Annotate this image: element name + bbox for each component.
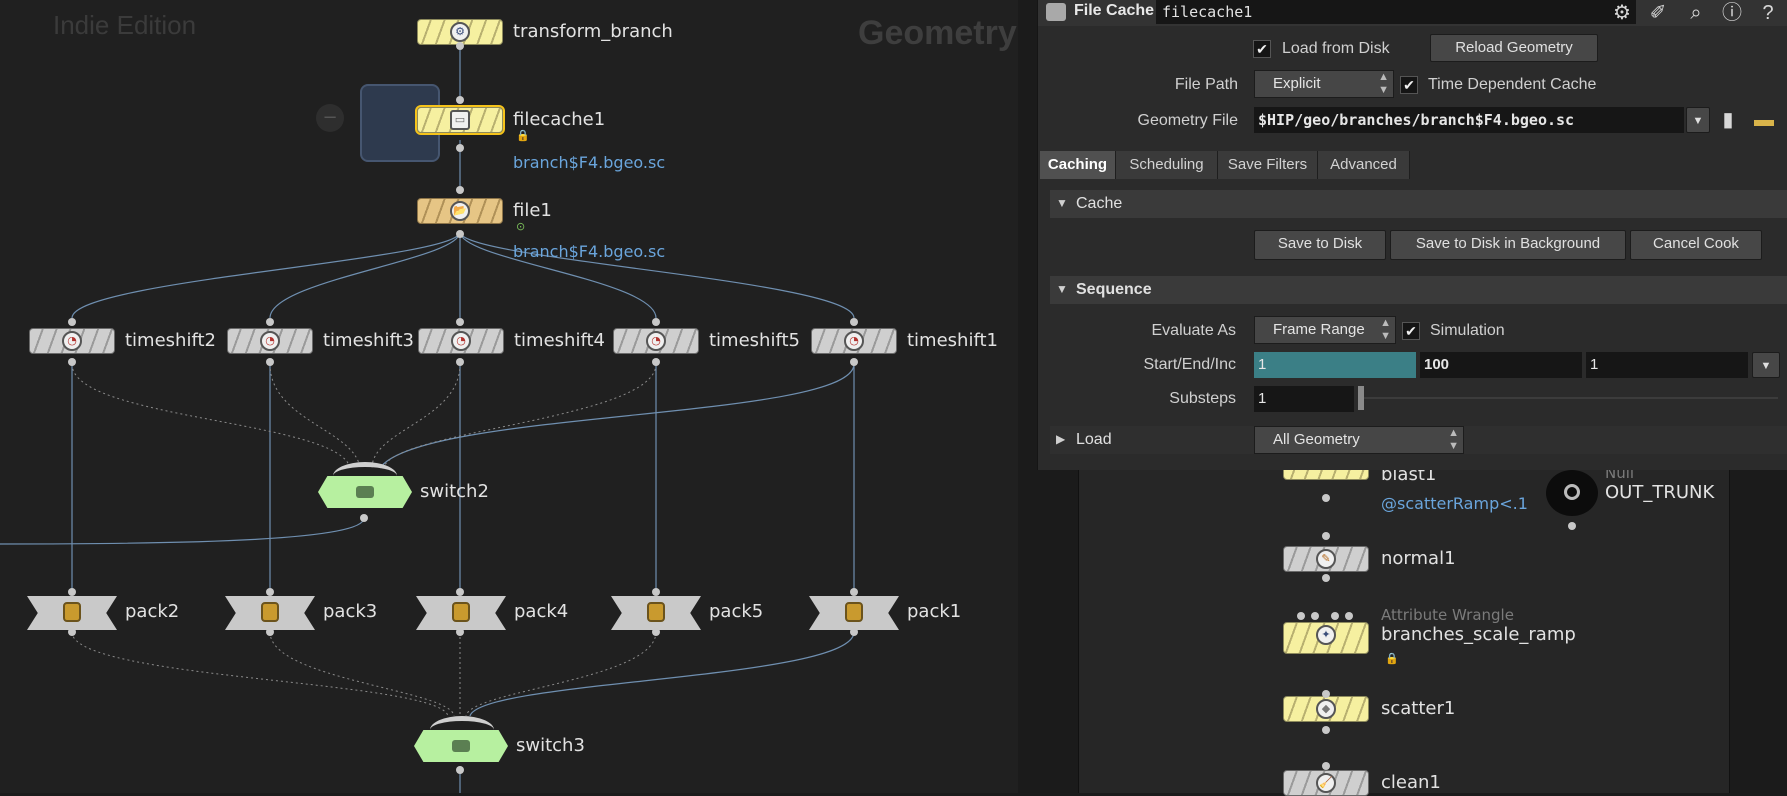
node-label: timeshift2: [125, 330, 216, 351]
file-chooser-icon[interactable]: ▮: [1716, 108, 1740, 132]
start-frame-field[interactable]: 1: [1254, 352, 1416, 378]
file-path-value: Explicit: [1273, 75, 1321, 92]
folder-icon[interactable]: ▬: [1752, 108, 1776, 132]
save-to-disk-background-button[interactable]: Save to Disk in Background: [1390, 230, 1626, 260]
null-node-icon[interactable]: [1546, 470, 1598, 516]
cache-section-title: Cache: [1076, 195, 1123, 212]
node-label: file1: [513, 200, 552, 221]
node-type: Attribute Wrangle: [1381, 606, 1514, 624]
node-label: timeshift3: [323, 330, 414, 351]
wires: [0, 48, 855, 793]
file-path-label: File Path: [1174, 76, 1238, 93]
geometry-file-label: Geometry File: [1137, 112, 1238, 129]
node-label: timeshift5: [709, 330, 800, 351]
geometry-file-field[interactable]: $HIP/geo/branches/branch$F4.bgeo.sc: [1254, 107, 1684, 133]
node-type-label: File Cache: [1074, 2, 1155, 19]
collapse-triangle-icon: ▶: [1056, 432, 1066, 446]
info-icon[interactable]: ⓘ: [1720, 1, 1744, 25]
substeps-field[interactable]: 1: [1254, 386, 1354, 412]
dropdown-arrow-icon[interactable]: ▼: [1752, 352, 1780, 378]
node-label: timeshift1: [907, 330, 998, 351]
node-pack5[interactable]: [611, 596, 701, 630]
tab-save-filters[interactable]: Save Filters: [1218, 151, 1318, 179]
cancel-cook-button[interactable]: Cancel Cook: [1630, 230, 1762, 260]
bypass-icon[interactable]: −: [316, 104, 344, 132]
node-name-field[interactable]: filecache1: [1156, 0, 1636, 24]
node-label-switch3: switch3: [516, 735, 585, 756]
save-to-disk-button[interactable]: Save to Disk: [1254, 230, 1386, 260]
node-switch3[interactable]: [414, 730, 508, 762]
simulation-checkbox[interactable]: ✔: [1402, 322, 1420, 340]
node-switch2[interactable]: [318, 476, 412, 508]
context-label: Geometry: [858, 14, 1017, 52]
node-label: branches_scale_ramp: [1381, 624, 1576, 645]
tab-advanced[interactable]: Advanced: [1318, 151, 1410, 179]
load-from-disk-checkbox[interactable]: ✔: [1253, 40, 1271, 58]
cache-section-header[interactable]: ▼ Cache: [1050, 190, 1787, 218]
evaluate-as-value: Frame Range: [1273, 321, 1365, 338]
node-label: clean1: [1381, 772, 1441, 793]
network-editor[interactable]: Indie Edition Geometry ⚙ transform_branc…: [0, 0, 1018, 793]
increment-field[interactable]: 1: [1586, 352, 1748, 378]
node-pack2[interactable]: [27, 596, 117, 630]
lock-icon: 🔒: [516, 129, 530, 142]
sequence-section-header[interactable]: ▼ Sequence: [1050, 276, 1787, 304]
param-title-bar: File Cache filecache1 ⚙ ✐ ⌕ ⓘ ?: [1038, 0, 1787, 26]
node-pack4[interactable]: [416, 596, 506, 630]
edition-watermark: Indie Edition: [53, 10, 197, 40]
gear-icon[interactable]: ⚙: [1610, 1, 1634, 25]
substeps-slider-track[interactable]: [1360, 397, 1778, 399]
node-label-pack3: pack3: [323, 601, 378, 622]
file-path-menu[interactable]: Explicit ▲ ▼: [1254, 70, 1394, 98]
substeps-label: Substeps: [1169, 390, 1236, 407]
substeps-slider-handle[interactable]: [1358, 386, 1364, 410]
tab-caching[interactable]: Caching: [1040, 151, 1116, 179]
parameter-editor: File Cache filecache1 ⚙ ✐ ⌕ ⓘ ? ✔ Load f…: [1037, 0, 1787, 470]
dropdown-arrow-icon[interactable]: ▼: [1686, 107, 1710, 133]
reload-geometry-button[interactable]: Reload Geometry: [1430, 34, 1598, 62]
wrench-icon[interactable]: ✐: [1646, 1, 1670, 25]
end-frame-field[interactable]: 100: [1420, 352, 1582, 378]
node-label-pack2: pack2: [125, 601, 180, 622]
search-icon[interactable]: ⌕: [1684, 1, 1708, 25]
node-pack1[interactable]: [809, 596, 899, 630]
node-label-pack4: pack4: [514, 601, 569, 622]
node-sub-label: branch$F4.bgeo.sc: [513, 153, 666, 172]
time-dependent-icon: ⊙: [516, 220, 526, 233]
expand-triangle-icon: ▼: [1056, 282, 1068, 296]
load-from-disk-label: Load from Disk: [1282, 40, 1390, 57]
expand-triangle-icon: ▼: [1056, 196, 1068, 210]
simulation-label: Simulation: [1430, 322, 1505, 339]
time-dependent-label: Time Dependent Cache: [1428, 76, 1597, 93]
start-end-inc-label: Start/End/Inc: [1143, 356, 1237, 373]
node-sub-label: @scatterRamp<.1: [1381, 494, 1528, 513]
node-label: filecache1: [513, 109, 606, 130]
node-sub-label: branch$F4.bgeo.sc: [513, 242, 666, 261]
load-menu[interactable]: All Geometry ▲ ▼: [1254, 426, 1464, 454]
time-dependent-checkbox[interactable]: ✔: [1400, 76, 1418, 94]
node-label-switch2: switch2: [420, 481, 489, 502]
network-editor-2[interactable]: blast1 @scatterRamp<.1 Null OUT_TRUNK ✎ …: [1078, 462, 1730, 796]
file-cache-icon: [1046, 3, 1066, 21]
node-label: normal1: [1381, 548, 1456, 569]
evaluate-as-label: Evaluate As: [1151, 322, 1237, 339]
load-section-title: Load: [1076, 431, 1112, 448]
load-value: All Geometry: [1273, 431, 1360, 448]
node-label-out-trunk: OUT_TRUNK: [1605, 482, 1715, 503]
sequence-section-title: Sequence: [1076, 281, 1152, 298]
node-label: scatter1: [1381, 698, 1456, 719]
node-pack3[interactable]: [225, 596, 315, 630]
tab-scheduling[interactable]: Scheduling: [1116, 151, 1218, 179]
node-label: transform_branch: [513, 21, 673, 42]
node-label-pack1: pack1: [907, 601, 962, 622]
evaluate-as-menu[interactable]: Frame Range ▲ ▼: [1254, 316, 1396, 344]
node-label-pack5: pack5: [709, 601, 764, 622]
lock-icon: 🔒: [1385, 652, 1399, 665]
help-icon[interactable]: ?: [1756, 1, 1780, 25]
node-label: timeshift4: [514, 330, 605, 351]
